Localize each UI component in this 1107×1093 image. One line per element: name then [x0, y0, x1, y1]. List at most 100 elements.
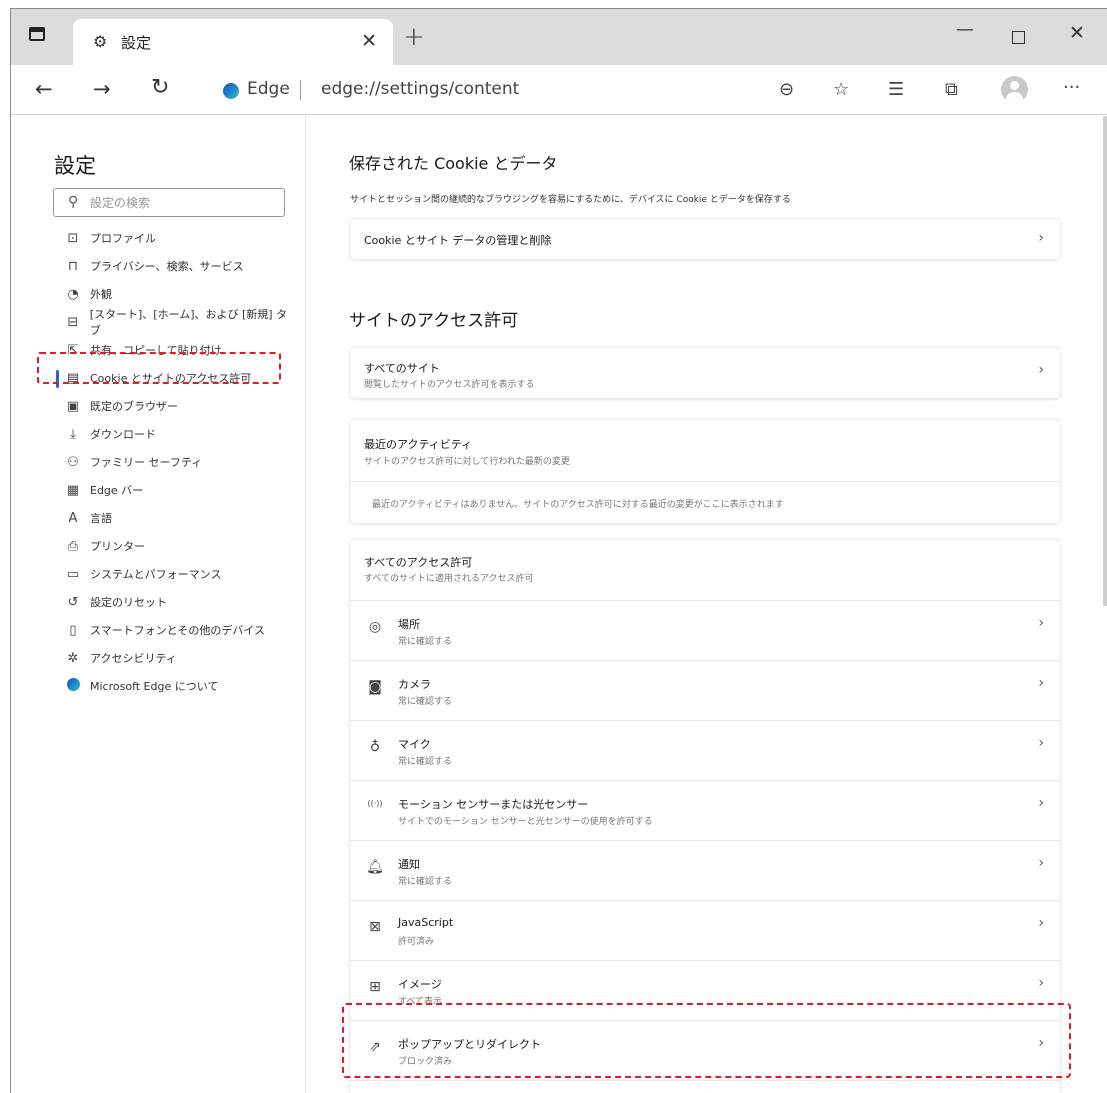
- permission-subtitle: すべて表示: [398, 997, 443, 1007]
- permission-row[interactable]: ⇗ ポップアップとリダイレクト ブロック済み ›: [350, 1020, 1060, 1080]
- zoom-out-icon[interactable]: ⊖: [779, 79, 794, 100]
- permission-subtitle: サイトでのモーション センサーと光センサーの使用を許可する: [398, 817, 653, 827]
- sidebar-item[interactable]: Microsoft Edge について: [54, 672, 294, 700]
- sidebar-item[interactable]: ⊓ プライバシー、検索、サービス: [54, 252, 294, 280]
- scrollbar[interactable]: [1103, 116, 1107, 1093]
- sidebar-item[interactable]: ✲ アクセシビリティ: [54, 644, 294, 672]
- permission-row[interactable]: ((·)) モーション センサーまたは光センサー サイトでのモーション センサーと光…: [350, 780, 1060, 840]
- address-bar[interactable]: Edge edge://settings/content: [201, 71, 869, 109]
- settings-sidebar: 設定 ⚲ ⊡ プロファイル ⊓ プライバシー、検索、サービス ◔ 外観 ⊟ [スタート]、[ホ…: [11, 116, 306, 1093]
- reset-icon: ↺: [67, 594, 79, 610]
- permission-row[interactable]: ⊠ JavaScript 許可済み ›: [350, 900, 1060, 960]
- add-favorite-icon[interactable]: ☆: [833, 79, 849, 100]
- sidebar-item-label: [スタート]、[ホーム]、および [新規] タブ: [89, 308, 288, 337]
- tab-settings[interactable]: ⚙ 設定 ✕: [73, 19, 393, 65]
- sidebar-item[interactable]: A 言語: [54, 504, 294, 532]
- window-close-icon[interactable]: ✕: [1069, 22, 1085, 44]
- tab-strip: ⚙ 設定 ✕ + — ✕: [11, 9, 1107, 65]
- chevron-right-icon: ›: [1038, 615, 1044, 631]
- lock-icon: ⊓: [67, 258, 79, 274]
- permission-title: モーション センサーまたは光センサー: [398, 798, 589, 811]
- sidebar-item[interactable]: ⎙ プリンター: [54, 532, 294, 560]
- profile-avatar[interactable]: [1001, 76, 1028, 103]
- edge-logo-icon: [65, 677, 81, 695]
- gear-icon: ⚙: [93, 32, 108, 51]
- scrollbar-thumb[interactable]: [1103, 116, 1107, 606]
- manage-cookies-row[interactable]: Cookie とサイト データの管理と削除 ›: [350, 219, 1060, 259]
- location-icon: ◎: [368, 619, 382, 635]
- sidebar-item[interactable]: ◔ 外観: [54, 280, 294, 308]
- reload-icon[interactable]: ↻: [151, 75, 169, 100]
- accessibility-icon: ✲: [67, 650, 79, 666]
- sidebar-item-label: スマートフォンとその他のデバイス: [90, 624, 266, 637]
- manage-cookies-label: Cookie とサイト データの管理と削除: [364, 234, 552, 247]
- permission-title: イメージ: [398, 978, 442, 991]
- maximize-icon[interactable]: [1012, 31, 1025, 44]
- permission-row[interactable]: ◎ 場所 常に確認する ›: [350, 600, 1060, 660]
- sidebar-item-label: システムとパフォーマンス: [90, 568, 222, 581]
- tab-close-icon[interactable]: ✕: [361, 30, 377, 52]
- permission-title: JavaScript: [398, 916, 454, 929]
- permission-subtitle: ブロック済み: [398, 1057, 453, 1067]
- sidebar-title: 設定: [54, 154, 96, 178]
- all-permissions-card: すべてのアクセス許可 すべてのサイトに適用されるアクセス許可 ◎ 場所 常に確認する…: [350, 540, 1060, 1093]
- sidebar-item[interactable]: ▭ システムとパフォーマンス: [54, 560, 294, 588]
- search-input[interactable]: [90, 192, 270, 214]
- new-tab-icon[interactable]: +: [403, 24, 425, 50]
- sidebar-item[interactable]: ⇱ 共有、コピーして貼り付け: [54, 336, 294, 364]
- download-icon: ⤓: [70, 426, 76, 442]
- sidebar-item-label: ダウンロード: [90, 428, 156, 441]
- more-icon[interactable]: ···: [1063, 77, 1080, 98]
- permission-row[interactable]: ♁ マイク 常に確認する ›: [350, 720, 1060, 780]
- collections-icon[interactable]: ⧉: [945, 79, 958, 100]
- profile-icon: ⊡: [67, 230, 79, 246]
- search-box[interactable]: ⚲: [53, 188, 285, 217]
- cookie-section-title: 保存された Cookie とデータ: [349, 154, 558, 173]
- permission-title: カメラ: [398, 678, 431, 691]
- sidebar-item[interactable]: ▤ Cookie とサイトのアクセス許可: [54, 364, 294, 392]
- sidebar-item[interactable]: ▣ 既定のブラウザー: [54, 392, 294, 420]
- edge-bar-icon: ▦: [66, 482, 80, 498]
- favorites-icon[interactable]: ☰: [888, 79, 904, 100]
- sidebar-item[interactable]: ↺ 設定のリセット: [54, 588, 294, 616]
- address-brand: Edge: [247, 79, 290, 99]
- permission-row[interactable]: ⊞ イメージ すべて表示 ›: [350, 960, 1060, 1020]
- microphone-icon: ♁: [369, 739, 381, 755]
- sidebar-item[interactable]: ⊡ プロファイル: [54, 224, 294, 252]
- sidebar-item-label: Cookie とサイトのアクセス許可: [90, 372, 252, 385]
- sidebar-item[interactable]: ⤓ ダウンロード: [54, 420, 294, 448]
- divider: [350, 481, 1060, 482]
- recent-activity-empty: 最近のアクティビティはありません。サイトのアクセス許可に対する最近の変更がここに…: [372, 500, 784, 510]
- permission-row[interactable]: 🔔︎ 通知 常に確認する ›: [350, 840, 1060, 900]
- edge-logo-icon: [223, 83, 239, 99]
- sidebar-item-label: Microsoft Edge について: [90, 680, 219, 693]
- cookie-site-icon: ▤: [66, 370, 80, 386]
- sidebar-item-label: Edge バー: [90, 484, 144, 497]
- permission-row[interactable]: ◙ カメラ 常に確認する ›: [350, 660, 1060, 720]
- recent-activity-subtitle: サイトのアクセス許可に対して行われた最新の変更: [364, 457, 570, 467]
- permission-row[interactable]: ▭広告›: [350, 1080, 1060, 1093]
- sidebar-item[interactable]: ⊟ [スタート]、[ホーム]、および [新規] タブ: [54, 308, 294, 337]
- camera-icon: ◙: [368, 679, 382, 695]
- phone-icon: ▯: [69, 622, 77, 638]
- chevron-right-icon: ›: [1038, 795, 1044, 811]
- chevron-right-icon: ›: [1038, 230, 1044, 246]
- sidebar-item-label: 共有、コピーして貼り付け: [90, 344, 222, 357]
- minimize-icon[interactable]: —: [956, 19, 974, 40]
- sidebar-item[interactable]: ▯ スマートフォンとその他のデバイス: [54, 616, 294, 644]
- sidebar-item-label: プライバシー、検索、サービス: [90, 260, 244, 273]
- sidebar-item[interactable]: ⚇ ファミリー セーフティ: [54, 448, 294, 476]
- address-url[interactable]: edge://settings/content: [321, 79, 519, 99]
- address-toolbar: ← → ↻ Edge edge://settings/content ⊖ ☆ ☰…: [11, 65, 1107, 115]
- printer-icon: ⎙: [67, 538, 79, 554]
- back-arrow-icon[interactable]: ←: [35, 77, 53, 101]
- permission-title: 場所: [398, 618, 420, 631]
- forward-arrow-icon[interactable]: →: [93, 77, 111, 101]
- cookie-section-description: サイトとセッション間の継続的なブラウジングを容易にするために、デバイスに Coo…: [350, 195, 791, 205]
- chevron-right-icon: ›: [1038, 915, 1044, 931]
- sidebar-item[interactable]: ▦ Edge バー: [54, 476, 294, 504]
- all-sites-subtitle: 閲覧したサイトのアクセス許可を表示する: [364, 380, 535, 390]
- tab-actions-icon[interactable]: [29, 27, 45, 41]
- sidebar-item-label: プリンター: [90, 540, 145, 553]
- all-sites-row[interactable]: すべてのサイト 閲覧したサイトのアクセス許可を表示する ›: [350, 348, 1060, 398]
